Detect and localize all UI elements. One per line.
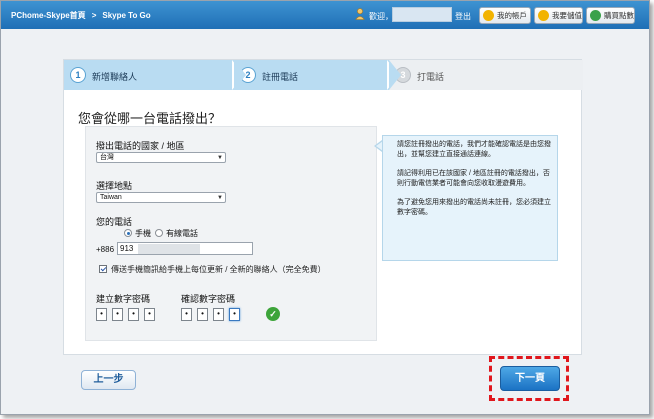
browser-frame: PChome-Skype首頁 > Skype To Go 歡迎， 登出 我的帳戶 我… (0, 0, 650, 415)
wizard-panel: 1 新增聯絡人 2 註冊電話 3 打電話 您會從哪一台電話撥出？ 撥出電話的國家… (63, 59, 583, 355)
region-select[interactable]: Taiwan ▼ (96, 192, 226, 203)
pin-digit-3[interactable]: • (128, 308, 139, 321)
buy-points-button[interactable]: 購買點數 (586, 7, 635, 24)
region-value: Taiwan (100, 194, 122, 201)
step-arrow (234, 60, 246, 90)
my-account-label: 我的帳戶 (497, 11, 527, 20)
step-number: 1 (70, 67, 86, 83)
next-button[interactable]: 下一頁 (500, 366, 560, 391)
mobile-radio-label[interactable]: 手機 (135, 228, 151, 239)
step-label: 打電話 (417, 72, 445, 82)
step-label: 新增聯絡人 (92, 72, 138, 82)
top-bar: PChome-Skype首頁 > Skype To Go 歡迎， 登出 我的帳戶 我… (1, 1, 649, 29)
breadcrumb-separator: > (91, 11, 97, 20)
pin-confirm-digit-3[interactable]: • (213, 308, 224, 321)
sms-checkbox-label[interactable]: 傳送手機簡訊給手機上每位更新 / 全新的聯絡人（完全免費） (111, 264, 326, 275)
country-label: 撥出電話的國家 / 地區 (96, 141, 185, 151)
landline-radio[interactable] (155, 229, 163, 237)
buy-points-label: 購買點數 (604, 11, 634, 20)
pin-digit-2[interactable]: • (112, 308, 123, 321)
phone-form: 撥出電話的國家 / 地區 台灣 ▼ 選擇地點 Taiwan ▼ 您的電話 手機 … (85, 126, 377, 341)
region-label: 選擇地點 (96, 181, 133, 191)
pin-confirm-digit-4[interactable]: • (229, 308, 240, 321)
info-box: 請您註冊撥出的電話，我們才能確認電話是由您撥出，並幫您建立直接通話連線。 請記得… (382, 135, 558, 261)
my-account-button[interactable]: 我的帳戶 (479, 7, 531, 24)
topup-icon (538, 10, 549, 21)
back-button[interactable]: 上一步 (81, 370, 136, 390)
sms-checkbox[interactable] (99, 265, 107, 273)
topup-button[interactable]: 我要儲值 (534, 7, 583, 24)
info-paragraph-1: 請您註冊撥出的電話，我們才能確認電話是由您撥出，並幫您建立直接通話連線。 (397, 141, 551, 158)
step-label: 註冊電話 (262, 72, 299, 82)
check-icon: ✓ (266, 307, 280, 321)
page-question: 您會從哪一台電話撥出？ (78, 111, 222, 126)
chevron-down-icon: ▼ (217, 155, 223, 161)
landline-radio-label[interactable]: 有線電話 (166, 228, 198, 239)
logout-link[interactable]: 登出 (455, 11, 471, 22)
phone-number-input[interactable]: 913 (117, 242, 253, 255)
breadcrumb: PChome-Skype首頁 > Skype To Go (11, 10, 151, 21)
account-icon (483, 10, 494, 21)
topup-label: 我要儲值 (552, 11, 582, 20)
info-paragraph-3: 為了避免您用來撥出的電話尚未註冊，您必須建立數字密碼。 (397, 199, 551, 216)
username-redacted (392, 7, 452, 22)
user-icon (355, 8, 365, 20)
wizard-steps: 1 新增聯絡人 2 註冊電話 3 打電話 (64, 60, 583, 90)
pin-digit-1[interactable]: • (96, 308, 107, 321)
step-add-contact: 1 新增聯絡人 (64, 60, 234, 90)
phone-redacted (138, 244, 200, 254)
step-make-call: 3 打電話 (389, 60, 583, 90)
pin-label: 建立數字密碼 (96, 294, 151, 304)
mobile-radio[interactable] (124, 229, 132, 237)
chevron-down-icon: ▼ (217, 195, 223, 201)
pin-digit-4[interactable]: • (144, 308, 155, 321)
pin-confirm-digit-2[interactable]: • (197, 308, 208, 321)
phone-prefix: +886 (96, 245, 115, 254)
breadcrumb-current[interactable]: Skype To Go (102, 11, 150, 20)
breadcrumb-home-link[interactable]: PChome-Skype首頁 (11, 11, 86, 20)
welcome-text: 歡迎， (369, 12, 393, 21)
step-arrow (389, 60, 401, 90)
country-select[interactable]: 台灣 ▼ (96, 152, 226, 163)
phone-label: 您的電話 (96, 217, 133, 227)
pin-confirm-label: 確認數字密碼 (181, 294, 236, 304)
pin-confirm-digit-1[interactable]: • (181, 308, 192, 321)
country-value: 台灣 (100, 154, 114, 161)
buy-points-icon (590, 10, 601, 21)
step-register-phone: 2 註冊電話 (234, 60, 389, 90)
phone-number-value: 913 (120, 244, 134, 253)
info-paragraph-2: 請記得利用已在該國家 / 地區註冊的電話撥出，否則行動電信業者可能會向您收取漫遊… (397, 170, 550, 187)
